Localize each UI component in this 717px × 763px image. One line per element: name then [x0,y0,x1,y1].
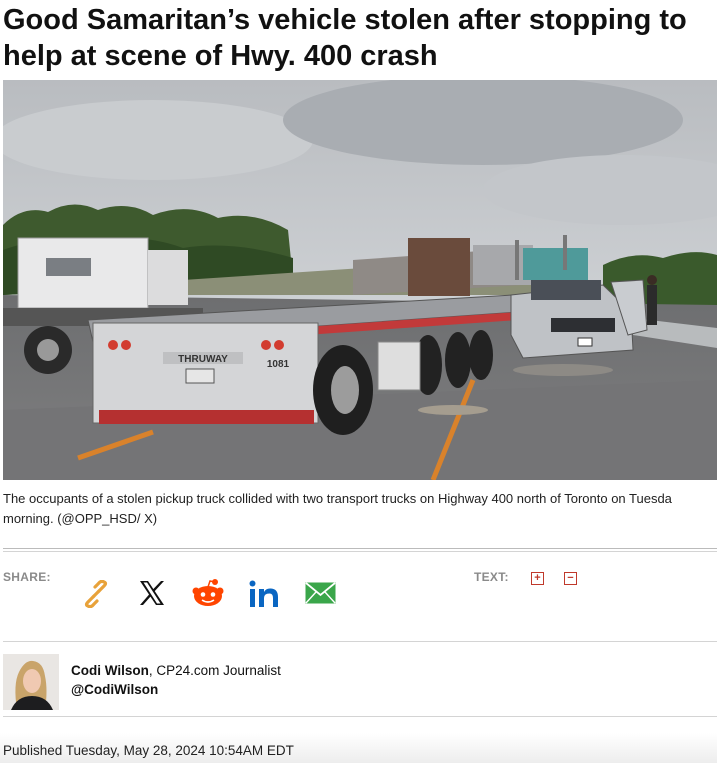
trailer-number-label: 1081 [267,359,290,370]
published-timestamp: Published Tuesday, May 28, 2024 10:54AM … [3,743,294,758]
headline-line-1: Good Samaritan’s vehicle stolen after st… [3,4,687,36]
text-size-label: TEXT: [474,570,509,584]
author-byline: Codi Wilson, CP24.com Journalist [71,663,281,678]
headline-line-2: help at scene of Hwy. 400 crash [3,40,438,72]
linkedin-icon[interactable] [248,580,280,608]
x-icon[interactable] [139,580,165,606]
author-name[interactable]: Codi Wilson [71,663,149,678]
trailer-brand-label: THRUWAY [178,354,228,365]
caption-line-2: morning. (@OPP_HSD/ X) [3,511,158,526]
author-title: , CP24.com Journalist [148,663,281,678]
caption-line-1: The occupants of a stolen pickup truck c… [3,491,672,506]
article-headline: Good Samaritan’s vehicle stolen after st… [3,2,717,74]
crash-scene-image: THRUWAY 1081 [3,80,717,480]
email-icon[interactable] [305,582,336,604]
reddit-icon[interactable] [192,579,224,607]
divider [3,641,717,642]
author-portrait [3,654,59,710]
decrease-text-size-button[interactable]: − [564,572,577,585]
divider [3,716,717,717]
divider [3,551,717,552]
photo-caption: The occupants of a stolen pickup truck c… [3,489,717,529]
share-label: SHARE: [3,570,51,584]
author-avatar[interactable] [3,654,59,710]
link-icon[interactable] [82,580,110,608]
increase-text-size-button[interactable]: + [531,572,544,585]
article-photo[interactable]: THRUWAY 1081 [3,80,717,480]
author-handle[interactable]: @CodiWilson [71,682,158,697]
divider [3,548,717,549]
